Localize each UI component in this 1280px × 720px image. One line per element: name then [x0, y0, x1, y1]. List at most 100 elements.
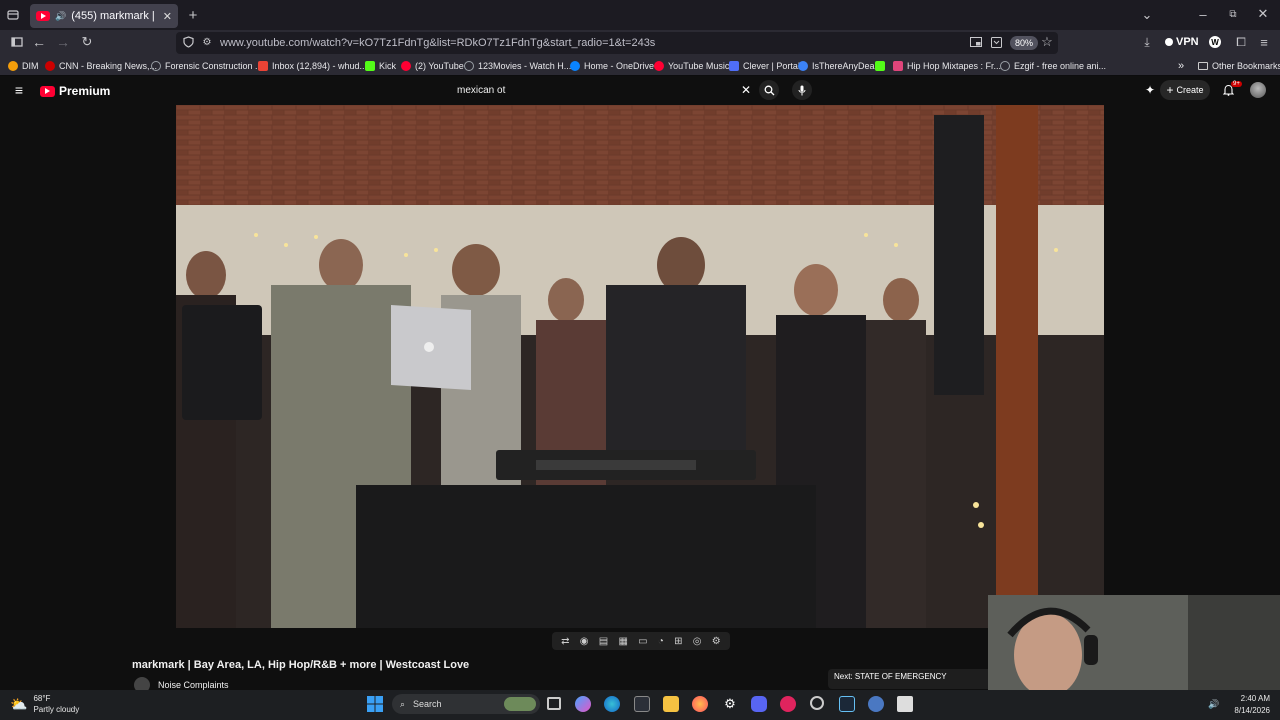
- youtube-icon: [401, 61, 411, 71]
- extensions-icon[interactable]: ⧠: [1234, 35, 1248, 49]
- create-button[interactable]: + Create: [1160, 80, 1210, 100]
- theater-mode-icon[interactable]: ▭: [638, 636, 647, 647]
- shield-icon[interactable]: [182, 36, 194, 48]
- gemini-spark-icon[interactable]: ✦: [1143, 83, 1157, 97]
- reload-icon[interactable]: ↻: [80, 34, 94, 49]
- tab-title: (455) markmark | Bay Area,: [71, 10, 158, 22]
- bookmark-favicon-icon: [8, 61, 18, 71]
- bookmark-item[interactable]: DIM: [8, 58, 39, 74]
- plus-icon: +: [1166, 83, 1174, 97]
- clear-search-icon[interactable]: ✕: [739, 83, 753, 97]
- audio-wave-icon[interactable]: ◉: [580, 636, 589, 647]
- account-icon[interactable]: W: [1209, 36, 1221, 48]
- tab-youtube[interactable]: 🔊 (455) markmark | Bay Area, ✕: [30, 4, 178, 28]
- bookmark-item[interactable]: Inbox (12,894) - whud...: [258, 58, 367, 74]
- firefox-icon[interactable]: [692, 696, 708, 712]
- bookmark-label: DIM: [22, 61, 39, 71]
- settings-icon[interactable]: ⚙: [722, 696, 738, 712]
- bookmark-favicon-icon: [45, 61, 55, 71]
- bookmark-item[interactable]: (2) YouTube: [401, 58, 464, 74]
- miniplayer-icon[interactable]: ⊞: [674, 636, 682, 647]
- search-query[interactable]: mexican ot: [457, 85, 505, 96]
- hamburger-menu-icon[interactable]: ≡: [12, 82, 26, 98]
- taskbar-search-label: Search: [413, 699, 442, 709]
- bookmark-item[interactable]: Kick: [365, 58, 396, 74]
- tab-list-icon[interactable]: [6, 8, 20, 22]
- bookmark-label: CNN - Breaking News,...: [59, 61, 158, 71]
- settings-gear-icon[interactable]: ⚙: [712, 636, 721, 647]
- search-icon[interactable]: [759, 80, 779, 100]
- bookmark-item[interactable]: Ezgif - free online ani...: [1000, 58, 1106, 74]
- other-bookmarks[interactable]: Other Bookmarks: [1198, 58, 1280, 74]
- vpn-shield-icon: [1165, 38, 1173, 46]
- forward-icon[interactable]: →: [56, 34, 70, 50]
- close-tab-icon[interactable]: ✕: [163, 10, 172, 23]
- media-player-icon[interactable]: [780, 696, 796, 712]
- youtube-logo-icon: [40, 85, 55, 97]
- discord-icon[interactable]: [751, 696, 767, 712]
- bookmark-label: 123Movies - Watch H...: [478, 61, 572, 71]
- youtube-logo[interactable]: Premium: [40, 84, 110, 98]
- bookmarks-overflow-icon[interactable]: »: [1178, 58, 1184, 74]
- save-to-pocket-icon[interactable]: [990, 36, 1002, 48]
- xbox-icon[interactable]: [810, 696, 824, 710]
- bookmark-item[interactable]: CNN - Breaking News,...: [45, 58, 157, 74]
- bookmark-item[interactable]: IsThereAnyDeal: [798, 58, 877, 74]
- vpn-label: VPN: [1176, 36, 1199, 48]
- list-all-tabs-icon[interactable]: ⌄: [1140, 7, 1154, 23]
- kick-icon: [875, 61, 885, 71]
- restore-icon[interactable]: ⧉: [1226, 7, 1240, 21]
- weather-temperature: 68°F: [33, 694, 51, 703]
- copilot-icon[interactable]: [575, 696, 591, 712]
- search-highlight-icon: [504, 697, 536, 711]
- weather-widget[interactable]: ⛅ 68°F Partly cloudy: [10, 693, 79, 715]
- loop-icon[interactable]: ⇄: [561, 636, 569, 647]
- video-player[interactable]: [176, 105, 1104, 628]
- channel-name[interactable]: Noise Complaints: [158, 680, 229, 690]
- user-avatar[interactable]: [1250, 82, 1266, 98]
- bookmark-label: Hip Hop Mixtapes : Fr...: [907, 61, 1002, 71]
- snipping-tool-icon[interactable]: [897, 696, 913, 712]
- bookmark-item[interactable]: YouTube Music: [654, 58, 729, 74]
- menu-icon[interactable]: ≡: [1257, 35, 1271, 50]
- playlist-icon[interactable]: ▦: [618, 636, 627, 647]
- app-settings-icon[interactable]: [868, 696, 884, 712]
- back-icon[interactable]: ←: [32, 34, 46, 50]
- zoom-level-badge[interactable]: 80%: [1010, 36, 1039, 50]
- bookmark-item[interactable]: 123Movies - Watch H...: [464, 58, 571, 74]
- screenshot-icon[interactable]: ◎: [693, 636, 702, 647]
- taskbar-search[interactable]: ⌕ Search: [392, 694, 540, 714]
- site-permissions-icon[interactable]: ⚙: [201, 36, 213, 48]
- file-explorer-icon[interactable]: [663, 696, 679, 712]
- bookmark-label: Clever | Portal: [743, 61, 800, 71]
- edge-icon[interactable]: [604, 696, 620, 712]
- bookmark-item[interactable]: Hip Hop Mixtapes : Fr...: [893, 58, 1001, 74]
- downloads-icon[interactable]: ⤓: [1140, 35, 1154, 49]
- picture-in-picture-icon[interactable]: [970, 36, 982, 48]
- minimize-icon[interactable]: –: [1196, 7, 1210, 22]
- next-up-label: Next: STATE OF EMERGENCY: [834, 672, 947, 681]
- speed-icon[interactable]: ◔: [658, 636, 664, 647]
- new-tab-icon[interactable]: +: [186, 7, 200, 24]
- bookmark-star-icon[interactable]: ☆: [1040, 34, 1054, 49]
- start-windows-icon[interactable]: [367, 696, 383, 712]
- bookmark-item[interactable]: Clever | Portal: [729, 58, 800, 74]
- vpn-button[interactable]: VPN: [1165, 36, 1199, 48]
- logo-text: Premium: [59, 84, 111, 98]
- bookmark-item[interactable]: Home - OneDrive: [570, 58, 654, 74]
- sidebar-icon[interactable]: [10, 35, 24, 49]
- close-window-icon[interactable]: ✕: [1256, 6, 1270, 21]
- bookmark-item[interactable]: [875, 58, 885, 74]
- video-frame: [176, 105, 1104, 628]
- steam-icon[interactable]: [839, 696, 855, 712]
- task-view-icon[interactable]: [547, 697, 561, 710]
- system-clock[interactable]: 2:40 AM 8/14/2026: [1218, 693, 1270, 717]
- microphone-icon[interactable]: [792, 80, 812, 100]
- speaker-icon[interactable]: 🔊: [55, 11, 66, 22]
- globe-icon: [1000, 61, 1010, 71]
- bookmark-item[interactable]: Forensic Construction ...: [151, 58, 263, 74]
- folder-icon: [1198, 62, 1208, 70]
- url-text[interactable]: www.youtube.com/watch?v=kO7Tz1FdnTg&list…: [220, 37, 655, 49]
- microsoft-store-icon[interactable]: [634, 696, 650, 712]
- captions-icon[interactable]: ▤: [599, 636, 608, 647]
